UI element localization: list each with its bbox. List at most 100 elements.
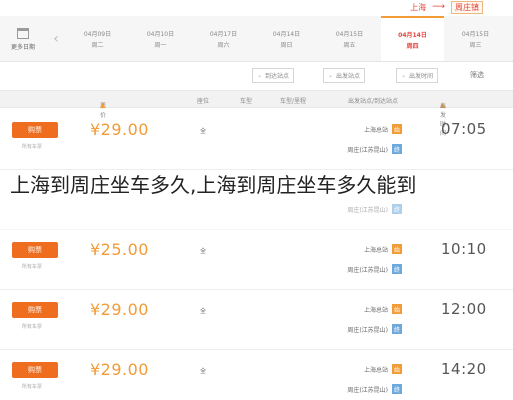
ticket-status: 所有车票 xyxy=(22,324,43,330)
prev-date-button[interactable]: ‹ xyxy=(46,16,66,61)
start-badge-icon: 始 xyxy=(392,364,402,374)
table-row: 购票 所有车票 ¥29.00 全 上海总站始 周庄(江苏昆山) 终 14:20 xyxy=(0,350,513,400)
end-badge-icon: 终 xyxy=(392,264,402,274)
departure-station: 上海总站始 xyxy=(343,244,402,254)
dropdown-label: 出发时间 xyxy=(409,73,434,80)
departure-station-dropdown[interactable]: ⌄ 出发站点 xyxy=(323,68,366,83)
table-row: 购票 所有车票 ¥29.00 全 上海总站始 周庄(江苏昆山) 终 07:05 xyxy=(0,110,513,170)
route-arrow-icon: ⟶ xyxy=(432,2,445,12)
arrival-station: 周庄(江苏昆山) 终 xyxy=(343,384,402,394)
date-tab[interactable]: 04月09日 周二 xyxy=(66,16,129,61)
filter-bar: ⌄ 到达站点 ⌄ 出发站点 ⌄ 出发时间 筛选 xyxy=(0,66,513,86)
col-stations: 出发站点/到达站点 xyxy=(348,98,399,105)
seat: 全 xyxy=(200,308,207,315)
station-name: 上海总站 xyxy=(363,366,388,374)
departure-time: 12:00 xyxy=(441,300,487,318)
station-name: 周庄(江苏昆山) xyxy=(347,206,388,214)
tab-date: 04月10日 xyxy=(146,30,175,38)
price: ¥29.00 xyxy=(90,360,149,379)
tab-weekday: 周五 xyxy=(343,41,356,49)
tab-date: 04月17日 xyxy=(209,30,238,38)
seat: 全 xyxy=(200,248,207,255)
buy-button[interactable]: 购票 xyxy=(12,362,58,378)
end-badge-icon: 终 xyxy=(392,384,402,394)
filter-label: 筛选 xyxy=(470,71,484,79)
sort-icon: ▲ xyxy=(100,101,106,109)
station-name: 上海总站 xyxy=(363,306,388,314)
station-name: 上海总站 xyxy=(363,126,388,134)
date-bar: 更多日期 ‹ 04月09日 周二 04月10日 周一 04月17日 周六 04月14日… xyxy=(0,16,513,62)
date-tab-active[interactable]: 04月14日 周四 xyxy=(381,16,444,61)
more-dates-button[interactable]: 更多日期 xyxy=(0,16,46,62)
overlay-title: 上海到周庄坐车多久,上海到周庄坐车多久能到 xyxy=(10,173,417,197)
date-tab[interactable]: 04月10日 周一 xyxy=(129,16,192,61)
station-name: 周庄(江苏昆山) xyxy=(347,386,388,394)
station-name: 周庄(江苏昆山) xyxy=(347,266,388,274)
tab-date: 04月14日 xyxy=(272,30,301,38)
end-badge-icon: 终 xyxy=(392,204,402,214)
arrival-station-dropdown[interactable]: ⌄ 到达站点 xyxy=(252,68,295,83)
start-badge-icon: 始 xyxy=(392,124,402,134)
price: ¥29.00 xyxy=(90,120,149,139)
departure-time: 07:05 xyxy=(441,120,487,138)
price: ¥29.00 xyxy=(90,300,149,319)
arrival-station: 周庄(江苏昆山) 终 xyxy=(343,144,402,154)
tab-weekday: 周一 xyxy=(154,41,167,49)
seat: 全 xyxy=(200,368,207,375)
tab-date: 04月15日 xyxy=(335,30,364,38)
tab-weekday: 周日 xyxy=(280,41,293,49)
station-name: 周庄(江苏昆山) xyxy=(347,326,388,334)
tab-date: 04月14日 xyxy=(398,31,427,39)
col-vehicle: 车型/里程 xyxy=(280,98,307,105)
end-badge-icon: 终 xyxy=(392,324,402,334)
col-seat: 座位 xyxy=(197,98,210,105)
tab-date: 04月15日 xyxy=(461,30,490,38)
calendar-icon xyxy=(17,27,29,39)
departure-time: 14:20 xyxy=(441,360,487,378)
route-to[interactable]: 周庄镇 xyxy=(451,0,483,14)
date-tab[interactable]: 04月15日 周三 xyxy=(444,16,507,61)
station-name: 上海总站 xyxy=(363,246,388,254)
buy-button[interactable]: 购票 xyxy=(12,242,58,258)
date-tab[interactable]: 04月17日 周六 xyxy=(192,16,255,61)
tab-date: 04月09日 xyxy=(83,30,112,38)
chevron-down-icon: ⌄ xyxy=(328,72,334,79)
departure-time-dropdown[interactable]: ⌄ 出发时间 xyxy=(396,68,439,83)
end-badge-icon: 终 xyxy=(392,144,402,154)
column-header: 票价 ▲ 座位 车型 车型/里程 出发站点/到达站点 ▲ 出发时间 xyxy=(0,90,513,137)
tab-weekday: 周三 xyxy=(469,41,482,49)
route-bar: 上海 ⟶ 周庄镇 xyxy=(333,0,513,14)
arrival-station: 周庄(江苏昆山) 终 xyxy=(343,264,402,274)
start-badge-icon: 始 xyxy=(392,244,402,254)
tab-weekday: 周六 xyxy=(217,41,230,49)
date-tab[interactable]: 04月15日 周五 xyxy=(318,16,381,61)
buy-button[interactable]: 购票 xyxy=(12,122,58,138)
dropdown-label: 到达站点 xyxy=(265,73,290,80)
start-badge-icon: 始 xyxy=(392,304,402,314)
price: ¥25.00 xyxy=(90,240,149,259)
ticket-status: 所有车票 xyxy=(22,264,43,270)
departure-time: 10:10 xyxy=(441,240,487,258)
table-row: 购票 所有车票 ¥29.00 全 上海总站始 周庄(江苏昆山) 终 12:00 xyxy=(0,290,513,350)
station-name: 周庄(江苏昆山) xyxy=(347,146,388,154)
route-from: 上海 xyxy=(410,2,427,12)
ticket-status: 所有车票 xyxy=(22,144,43,150)
chevron-down-icon: ⌄ xyxy=(401,72,407,79)
departure-station: 上海总站始 xyxy=(343,364,402,374)
col-type: 车型 xyxy=(240,98,253,105)
tab-weekday: 周二 xyxy=(91,41,104,49)
departure-station: 上海总站始 xyxy=(343,124,402,134)
date-tabs: 04月09日 周二 04月10日 周一 04月17日 周六 04月14日 周日 04月1… xyxy=(66,16,513,61)
tab-weekday: 周四 xyxy=(406,42,419,50)
date-tab[interactable]: 04月14日 周日 xyxy=(255,16,318,61)
buy-button[interactable]: 购票 xyxy=(12,302,58,318)
table-row: 购票 所有车票 ¥25.00 全 上海总站始 周庄(江苏昆山) 终 10:10 xyxy=(0,230,513,290)
departure-station: 上海总站始 xyxy=(343,304,402,314)
ticket-status: 所有车票 xyxy=(22,384,43,390)
arrival-station: 周庄(江苏昆山) 终 xyxy=(343,204,402,214)
more-dates-label: 更多日期 xyxy=(10,43,35,51)
dropdown-label: 出发站点 xyxy=(336,73,361,80)
seat: 全 xyxy=(200,128,207,135)
arrival-station: 周庄(江苏昆山) 终 xyxy=(343,324,402,334)
chevron-down-icon: ⌄ xyxy=(257,72,263,79)
